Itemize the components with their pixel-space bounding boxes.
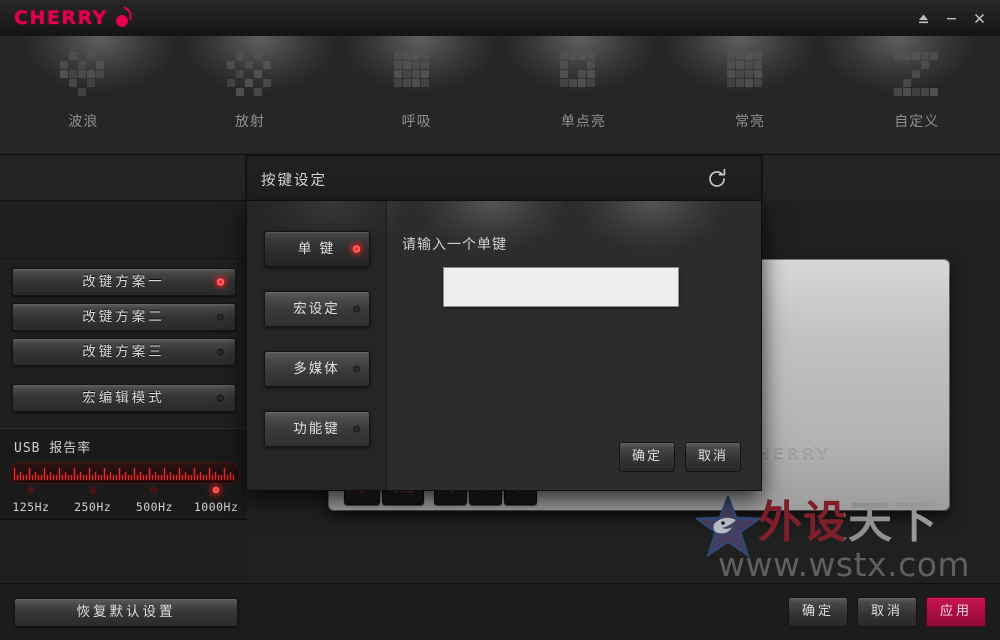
single-point-pattern-icon — [560, 52, 606, 98]
effect-label: 波浪 — [68, 114, 99, 130]
restore-defaults-button[interactable]: 恢复默认设置 — [14, 598, 238, 627]
usb-rate-options: 125Hz 250Hz 500Hz 1000Hz — [0, 487, 247, 514]
dialog-category-label: 功能键 — [293, 421, 340, 437]
footer-bar: 确定 取消 应用 — [247, 583, 1000, 640]
usb-rate-led — [89, 487, 96, 493]
scheme-button-2[interactable]: 改键方案二 — [11, 303, 236, 331]
led-indicator — [352, 245, 360, 253]
led-indicator — [352, 305, 360, 313]
effect-label: 自定义 — [894, 114, 940, 130]
radiate-pattern-icon — [227, 52, 273, 98]
usb-rate-led — [151, 487, 158, 493]
window-controls — [910, 0, 992, 36]
title-bar: CHERRY — [0, 0, 1000, 37]
always-on-pattern-icon — [727, 52, 773, 98]
scheme-label: 改键方案二 — [82, 309, 165, 325]
effect-breathe-pattern[interactable]: 呼吸 — [333, 36, 500, 154]
brand-name: CHERRY — [14, 7, 108, 29]
dialog-category-2[interactable]: 宏设定 — [263, 291, 370, 327]
dialog-cancel-button[interactable]: 取消 — [685, 442, 741, 472]
usb-rate-label: 125Hz — [12, 500, 50, 514]
footer-buttons: 确定 取消 应用 — [788, 597, 986, 627]
led-indicator — [216, 313, 224, 321]
effect-label: 呼吸 — [401, 114, 432, 130]
usb-report-rate-panel: USB 报告率 125Hz 250Hz 500Hz 1000Hz — [0, 428, 247, 520]
led-indicator — [352, 425, 360, 433]
scheme-label: 改键方案三 — [82, 344, 165, 360]
led-indicator — [216, 278, 224, 286]
scheme-button-group: 改键方案一改键方案二改键方案三宏编辑模式 — [0, 268, 247, 419]
breathe-pattern-icon — [393, 52, 440, 98]
effect-label: 放射 — [235, 114, 265, 130]
minimize-button[interactable] — [938, 3, 964, 33]
dialog-ok-button[interactable]: 确定 — [619, 442, 675, 472]
left-panel: 改键方案一改键方案二改键方案三宏编辑模式 USB 报告率 125Hz 250Hz 5… — [0, 200, 247, 640]
brand-logo: CHERRY — [14, 6, 135, 29]
footer-apply-button[interactable]: 应用 — [926, 597, 986, 627]
refresh-icon[interactable] — [703, 165, 731, 193]
close-button[interactable] — [966, 3, 992, 33]
dialog-category-label: 宏设定 — [293, 301, 340, 317]
effect-radiate-pattern[interactable]: 放射 — [167, 36, 334, 154]
effect-label: 单点亮 — [560, 114, 606, 130]
usb-rate-label: 1000Hz — [193, 500, 239, 514]
led-indicator — [216, 394, 224, 402]
custom-z-pattern-icon — [893, 52, 940, 98]
dialog-title-bar: 按键设定 — [246, 155, 762, 201]
macro-edit-mode-button[interactable]: 宏编辑模式 — [11, 384, 236, 412]
scheme-label: 改键方案一 — [82, 274, 165, 290]
effect-custom-z-pattern[interactable]: 自定义 — [833, 36, 1000, 154]
usb-rate-option-125hz[interactable]: 125Hz — [0, 487, 62, 514]
scheme-label: 宏编辑模式 — [82, 390, 165, 406]
footer-cancel-button[interactable]: 取消 — [857, 597, 917, 627]
usb-report-rate-title: USB 报告率 — [14, 441, 92, 456]
usb-rate-label: 250Hz — [74, 500, 112, 514]
lighting-effects-bar: 波浪 放射 呼吸 单点亮 常亮 自定义 — [0, 36, 1000, 155]
usb-rate-option-250hz[interactable]: 250Hz — [62, 487, 124, 514]
scheme-button-1[interactable]: 改键方案一 — [11, 268, 236, 296]
usb-rate-led — [27, 487, 34, 493]
dialog-prompt: 请输入一个单键 — [402, 237, 507, 253]
dialog-category-list: 单 键宏设定多媒体功能键 — [247, 201, 387, 490]
effect-label: 常亮 — [735, 114, 766, 130]
usb-rate-label: 500Hz — [135, 500, 173, 514]
effect-single-point-pattern[interactable]: 单点亮 — [500, 36, 667, 154]
restore-defaults-bar: 恢复默认设置 — [0, 583, 247, 640]
scheme-button-3[interactable]: 改键方案三 — [11, 338, 236, 366]
effect-always-on-pattern[interactable]: 常亮 — [667, 36, 834, 154]
usb-rate-option-500hz[interactable]: 500Hz — [124, 487, 186, 514]
single-key-input[interactable] — [443, 267, 679, 307]
dialog-category-4[interactable]: 功能键 — [263, 411, 370, 447]
dialog-category-label: 单 键 — [297, 241, 336, 257]
footer-ok-button[interactable]: 确定 — [788, 597, 848, 627]
effects-row: 波浪 放射 呼吸 单点亮 常亮 自定义 — [0, 36, 1000, 154]
led-indicator — [216, 348, 224, 356]
usb-rate-option-1000hz[interactable]: 1000Hz — [185, 487, 247, 514]
effect-wave-pattern[interactable]: 波浪 — [0, 36, 167, 154]
dialog-title: 按键设定 — [261, 173, 327, 189]
usb-rate-ticks — [14, 466, 235, 480]
eject-button[interactable] — [910, 3, 936, 33]
key-setting-dialog: 单 键宏设定多媒体功能键 请输入一个单键 确定 取消 — [246, 200, 762, 491]
app-root: CHERRY 波浪 放射 呼吸 单点亮 常亮 自定义 改键方案一 改键方案二 改… — [0, 0, 1000, 640]
dialog-category-1[interactable]: 单 键 — [263, 231, 370, 267]
cherry-berry-icon — [113, 6, 135, 28]
dialog-category-label: 多媒体 — [293, 361, 340, 377]
usb-rate-slider[interactable] — [9, 462, 240, 484]
wave-pattern-icon — [60, 52, 106, 98]
usb-rate-led — [213, 487, 220, 493]
led-indicator — [352, 365, 360, 373]
dialog-category-3[interactable]: 多媒体 — [263, 351, 370, 387]
dialog-footer-buttons: 确定 取消 — [619, 442, 741, 472]
